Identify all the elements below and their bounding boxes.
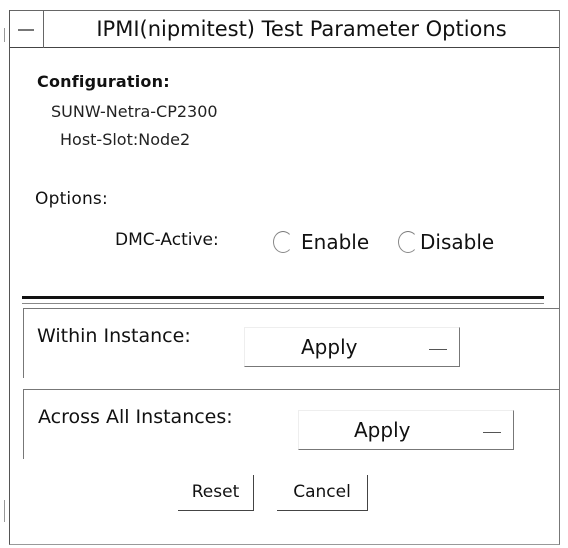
radio-circle-icon: [398, 231, 418, 253]
radio-enable[interactable]: Enable: [273, 230, 369, 254]
configuration-heading: Configuration:: [37, 72, 170, 91]
within-instance-label: Within Instance:: [37, 325, 191, 347]
across-instances-label: Across All Instances:: [38, 406, 233, 428]
option-menu-indicator-icon: [483, 432, 501, 433]
within-instance-group: Within Instance: Apply: [23, 308, 559, 378]
cancel-button[interactable]: Cancel: [277, 475, 368, 511]
option-menu-indicator-icon: [429, 349, 447, 350]
left-edge-mark: [4, 28, 5, 42]
config-model: SUNW-Netra-CP2300: [51, 102, 218, 121]
separator-shadow: [22, 303, 544, 304]
dmc-active-label: DMC-Active:: [115, 230, 219, 250]
radio-disable-label: Disable: [420, 230, 495, 254]
radio-disable[interactable]: Disable: [398, 230, 494, 254]
separator: [22, 296, 544, 299]
within-instance-option-menu[interactable]: Apply: [244, 327, 460, 367]
across-instances-group: Across All Instances: Apply: [23, 389, 559, 459]
window-title: IPMI(nipmitest) Test Parameter Options: [96, 17, 507, 41]
within-instance-value: Apply: [301, 335, 358, 359]
across-instances-option-menu[interactable]: Apply: [298, 410, 514, 450]
dialog-window: IPMI(nipmitest) Test Parameter Options C…: [9, 10, 560, 545]
config-host-slot: Host-Slot:Node2: [60, 130, 191, 149]
left-edge-mark: [4, 500, 5, 522]
title-bar[interactable]: IPMI(nipmitest) Test Parameter Options: [10, 10, 559, 48]
radio-circle-icon: [273, 231, 293, 253]
reset-button[interactable]: Reset: [178, 475, 254, 511]
radio-enable-label: Enable: [301, 230, 370, 254]
options-heading: Options:: [35, 189, 108, 209]
across-instances-value: Apply: [354, 418, 411, 442]
